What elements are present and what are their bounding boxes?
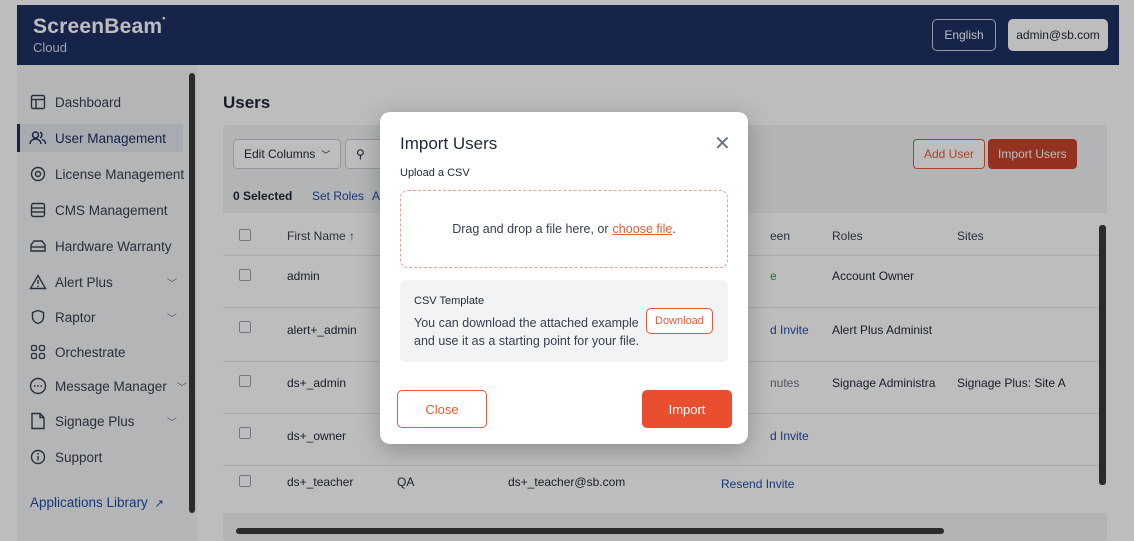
dropzone-text-end: . — [672, 222, 676, 236]
import-button[interactable]: Import — [642, 390, 732, 428]
upload-label: Upload a CSV — [400, 167, 470, 179]
import-users-dialog: Import Users ✕ Upload a CSV Drag and dro… — [380, 112, 748, 444]
dialog-title: Import Users — [400, 134, 498, 153]
template-description: You can download the attached example an… — [414, 316, 640, 348]
file-dropzone[interactable]: Drag and drop a file here, or choose fil… — [400, 190, 728, 268]
close-button[interactable]: Close — [397, 390, 487, 428]
download-button[interactable]: Download — [646, 308, 713, 334]
csv-template-box: CSV Template You can download the attach… — [400, 280, 728, 362]
dropzone-text: Drag and drop a file here, or — [452, 222, 609, 236]
template-title: CSV Template — [414, 295, 485, 307]
choose-file-link[interactable]: choose file — [613, 222, 673, 236]
close-icon[interactable]: ✕ — [714, 134, 731, 154]
